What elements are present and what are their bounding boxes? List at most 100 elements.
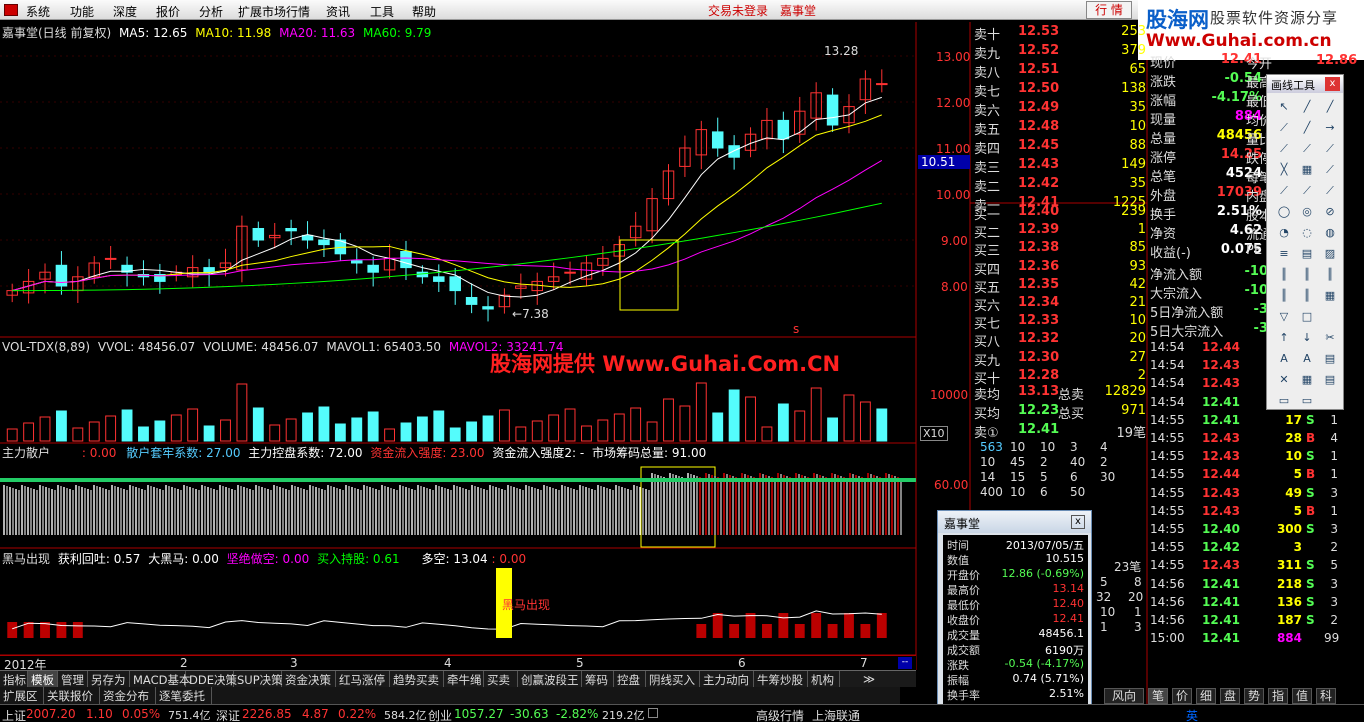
tab-item[interactable]: 买卖 xyxy=(484,671,518,688)
draw-tool-icon[interactable]: ⟋ xyxy=(1275,120,1293,136)
draw-tool-icon[interactable]: ║ xyxy=(1321,267,1339,283)
draw-tool-icon[interactable]: ◯ xyxy=(1275,204,1293,220)
tick-row[interactable]: 14:56 12.41 136 S 3 xyxy=(1148,595,1338,613)
quote-button[interactable]: 行 情 xyxy=(1086,1,1132,19)
tab-fengxiang[interactable]: 风向 xyxy=(1104,688,1144,704)
tick-row[interactable]: 14:56 12.41 187 S 2 xyxy=(1148,613,1338,631)
tick-row[interactable]: 14:55 12.43 28 B 4 xyxy=(1148,431,1338,449)
tab-ke[interactable]: 科 xyxy=(1316,688,1336,704)
draw-tool-icon[interactable]: ▤ xyxy=(1321,351,1339,367)
sell-level-row[interactable]: 卖八 12.51 65 xyxy=(972,62,1148,81)
sell-level-row[interactable]: 卖三 12.43 149 xyxy=(972,157,1148,176)
tick-row[interactable]: 14:55 12.40 300 S 3 xyxy=(1148,522,1338,540)
draw-tool-icon[interactable]: ╳ xyxy=(1275,162,1293,178)
menu-function[interactable]: 功能 xyxy=(70,3,94,20)
draw-tool-icon[interactable]: ⟋ xyxy=(1321,162,1339,178)
draw-tool-icon[interactable]: ▤ xyxy=(1298,246,1316,262)
draw-tool-icon[interactable]: ◍ xyxy=(1321,225,1339,241)
draw-tool-icon[interactable]: ▦ xyxy=(1298,162,1316,178)
tab-item[interactable]: 资金决策 xyxy=(282,671,336,688)
tab-zhi[interactable]: 指 xyxy=(1268,688,1288,704)
tab-item[interactable]: 另存为 xyxy=(88,671,130,688)
menu-analysis[interactable]: 分析 xyxy=(199,3,223,20)
draw-tool-icon[interactable]: ▭ xyxy=(1298,393,1316,409)
draw-tool-icon[interactable]: ▦ xyxy=(1298,372,1316,388)
tab-item[interactable]: 创赢波段王 xyxy=(518,671,582,688)
tab-item[interactable]: 机构 xyxy=(808,671,840,688)
tab-item[interactable]: 指标 xyxy=(0,671,28,688)
tick-row[interactable]: 14:55 12.43 311 S 5 xyxy=(1148,558,1338,576)
draw-tool-icon[interactable]: ▦ xyxy=(1321,288,1339,304)
login-status[interactable]: 交易未登录 嘉事堂 xyxy=(708,2,816,19)
tab-item[interactable]: 控盘 xyxy=(614,671,646,688)
subtab-item[interactable]: 关联报价 xyxy=(44,687,100,704)
draw-tool-icon[interactable]: ↓ xyxy=(1298,330,1316,346)
buy-level-row[interactable]: 买五 12.35 42 xyxy=(972,277,1148,296)
tab-shi[interactable]: 势 xyxy=(1244,688,1264,704)
sz-index-label[interactable]: 深证 xyxy=(216,707,240,722)
tab-zhi2[interactable]: 值 xyxy=(1292,688,1312,704)
buy-level-row[interactable]: 买四 12.36 93 xyxy=(972,259,1148,278)
buy-level-row[interactable]: 买二 12.39 1 xyxy=(972,222,1148,241)
menu-quote[interactable]: 报价 xyxy=(156,3,180,20)
buy-level-row[interactable]: 买一 12.40 239 xyxy=(972,204,1148,223)
draw-tool-icon[interactable]: ◌ xyxy=(1298,225,1316,241)
tab-xi[interactable]: 细 xyxy=(1196,688,1216,704)
app-menu-icon[interactable] xyxy=(4,4,18,16)
menu-ext-market[interactable]: 扩展市场行情 xyxy=(238,3,310,20)
draw-tool-icon[interactable]: A xyxy=(1275,351,1293,367)
draw-tool-icon[interactable]: ✂ xyxy=(1321,330,1339,346)
buy-level-row[interactable]: 买三 12.38 85 xyxy=(972,240,1148,259)
draw-tool-icon[interactable]: ⟋ xyxy=(1275,183,1293,199)
sell-level-row[interactable]: 卖九 12.52 379 xyxy=(972,43,1148,62)
tab-item[interactable]: 牛筹炒股 xyxy=(754,671,808,688)
tab-item[interactable]: SUP决策 xyxy=(234,671,283,688)
tick-row[interactable]: 14:55 12.43 49 S 3 xyxy=(1148,486,1338,504)
tick-row[interactable]: 14:55 12.42 3 2 xyxy=(1148,540,1338,558)
draw-tool-icon[interactable]: ▤ xyxy=(1321,372,1339,388)
draw-tool-icon[interactable]: ║ xyxy=(1298,288,1316,304)
buy-level-row[interactable]: 买七 12.33 10 xyxy=(972,313,1148,332)
sell-level-row[interactable]: 卖六 12.49 35 xyxy=(972,100,1148,119)
buy-level-row[interactable]: 买八 12.32 20 xyxy=(972,331,1148,350)
menu-depth[interactable]: 深度 xyxy=(113,3,137,20)
close-icon[interactable]: x xyxy=(1071,515,1085,529)
buy-level-row[interactable]: 买六 12.34 21 xyxy=(972,295,1148,314)
draw-tool-icon[interactable]: ▨ xyxy=(1321,246,1339,262)
tab-item[interactable]: 红马涨停 xyxy=(336,671,390,688)
draw-tool-icon[interactable]: ↑ xyxy=(1275,330,1293,346)
draw-tool-icon[interactable]: ╱ xyxy=(1298,99,1316,115)
buy-level-row[interactable]: 买九 12.30 27 xyxy=(972,350,1148,369)
draw-tool-icon[interactable]: ║ xyxy=(1298,267,1316,283)
close-icon[interactable]: x xyxy=(1325,77,1340,91)
more-tabs-icon[interactable]: ≫ xyxy=(860,671,884,688)
zoom-button[interactable]: -- xyxy=(898,657,912,669)
tab-item[interactable]: 管理 xyxy=(58,671,88,688)
draw-tool-icon[interactable]: ╱ xyxy=(1321,99,1339,115)
tab-pan[interactable]: 盘 xyxy=(1220,688,1240,704)
tick-row[interactable]: 14:55 12.43 5 B 1 xyxy=(1148,504,1338,522)
draw-tool-icon[interactable]: ◎ xyxy=(1298,204,1316,220)
draw-tool-icon[interactable]: □ xyxy=(1298,309,1316,325)
draw-tool-icon[interactable]: ⟋ xyxy=(1275,141,1293,157)
tick-row[interactable]: 14:55 12.44 5 B 1 xyxy=(1148,467,1338,485)
menu-system[interactable]: 系统 xyxy=(26,3,50,20)
tab-item[interactable]: 筹码 xyxy=(582,671,614,688)
draw-tool-icon[interactable]: ⟋ xyxy=(1321,141,1339,157)
ime-indicator[interactable]: 英 xyxy=(1186,707,1198,722)
tick-row[interactable]: 15:00 12.41 884 99 xyxy=(1148,631,1339,649)
draw-tool-icon[interactable]: ⟋ xyxy=(1298,183,1316,199)
tick-row[interactable]: 14:55 12.41 17 S 1 xyxy=(1148,413,1338,431)
draw-tool-icon[interactable]: ║ xyxy=(1275,267,1293,283)
draw-tool-icon[interactable]: ⟋ xyxy=(1321,183,1339,199)
draw-tool-icon[interactable]: ▽ xyxy=(1275,309,1293,325)
draw-tool-icon[interactable]: ║ xyxy=(1275,288,1293,304)
advanced-quote[interactable]: 高级行情 xyxy=(756,707,804,722)
server-name[interactable]: 上海联通 xyxy=(812,707,860,722)
tab-item[interactable]: MACD基本 xyxy=(130,671,190,688)
menu-tools[interactable]: 工具 xyxy=(370,3,394,20)
cy-index-label[interactable]: 创业 xyxy=(428,707,452,722)
subtab-item[interactable]: 资金分布 xyxy=(100,687,156,704)
draw-tool-icon[interactable]: ▭ xyxy=(1275,393,1293,409)
draw-tool-icon[interactable]: ↖ xyxy=(1275,99,1293,115)
